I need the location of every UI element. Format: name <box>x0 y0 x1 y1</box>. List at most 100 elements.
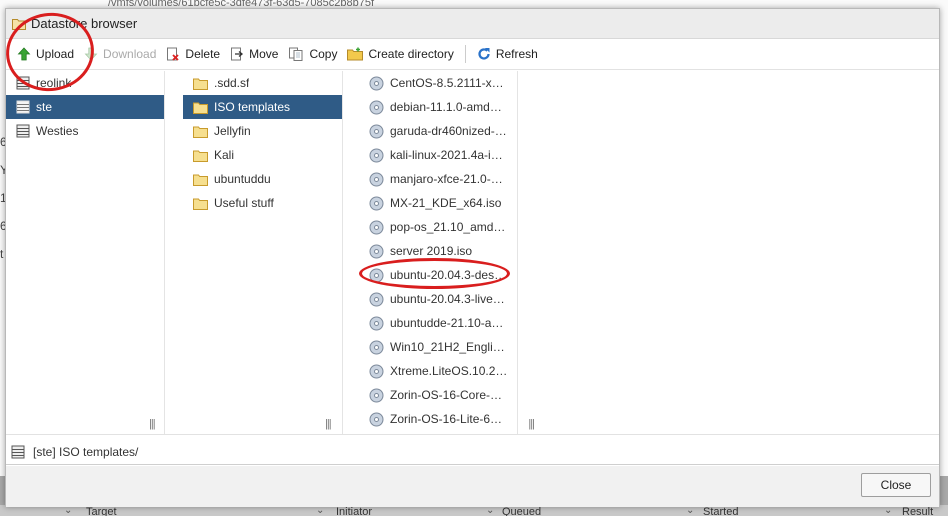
upload-label: Upload <box>36 47 75 61</box>
column-header-initiator[interactable]: Initiator <box>336 506 372 516</box>
upload-button[interactable]: Upload <box>14 43 80 65</box>
copy-label: Copy <box>309 47 338 61</box>
file-item[interactable]: Xtreme.LiteOS.10.2… <box>343 359 517 383</box>
file-label: Xtreme.LiteOS.10.2… <box>390 364 508 378</box>
column-resize-handle[interactable]: ||| <box>149 418 156 430</box>
file-item[interactable]: kali-linux-2021.4a-i… <box>343 143 517 167</box>
toolbar: Upload Download Delete Move Copy Create … <box>6 39 939 70</box>
refresh-button[interactable]: Refresh <box>474 43 544 65</box>
move-button[interactable]: Move <box>227 43 284 65</box>
file-label: ubuntu-20.04.3-des… <box>390 268 507 282</box>
file-label: manjaro-xfce-21.0-… <box>390 172 503 186</box>
folder-item[interactable]: .sdd.sf <box>183 71 342 95</box>
disc-image-icon <box>369 364 384 378</box>
folder-item[interactable]: ubuntuddu <box>183 167 342 191</box>
create-directory-label: Create directory <box>368 47 454 61</box>
file-label: ubuntu-20.04.3-live… <box>390 292 505 306</box>
column-header-queued[interactable]: Queued <box>502 506 541 516</box>
file-item[interactable]: ubuntu-20.04.3-des… <box>343 263 517 287</box>
current-path: [ste] ISO templates/ <box>33 444 139 459</box>
datastore-icon <box>11 445 25 458</box>
file-item[interactable]: garuda-dr460nized-… <box>343 119 517 143</box>
datastore-label: ste <box>36 100 53 114</box>
file-item[interactable]: Zorin-OS-16-Lite-6… <box>343 407 517 431</box>
datastore-icon <box>16 100 30 114</box>
datastore-item-westies[interactable]: Westies <box>6 119 164 143</box>
file-item[interactable]: debian-11.1.0-amd… <box>343 95 517 119</box>
column-header-target[interactable]: Target <box>86 506 117 516</box>
browser-columns: reolink ste Westies .sdd.sf ISO template… <box>6 71 939 435</box>
folder-item-iso-templates[interactable]: ISO templates <box>183 95 342 119</box>
folder-icon <box>193 150 208 162</box>
file-item[interactable]: CentOS-8.5.2111-x… <box>343 71 517 95</box>
dialog-title: Datastore browser <box>31 16 138 31</box>
file-label: CentOS-8.5.2111-x… <box>390 76 504 90</box>
file-label: MX-21_KDE_x64.iso <box>390 196 502 210</box>
close-button[interactable]: Close <box>861 473 931 497</box>
dialog-titlebar[interactable]: Datastore browser <box>6 9 939 39</box>
column-resize-handle[interactable]: ||| <box>325 418 332 430</box>
folder-icon <box>193 174 208 186</box>
datastore-item-ste[interactable]: ste <box>6 95 164 119</box>
disc-image-icon <box>369 316 384 330</box>
disc-image-icon <box>369 388 384 402</box>
datastore-browser-dialog: Datastore browser Upload Download Delete… <box>5 8 940 507</box>
status-bar: [ste] ISO templates/ <box>6 439 939 465</box>
file-item[interactable]: Win10_21H2_Engli… <box>343 335 517 359</box>
folder-icon <box>193 126 208 138</box>
disc-image-icon <box>369 292 384 306</box>
refresh-label: Refresh <box>495 47 538 61</box>
file-item[interactable]: manjaro-xfce-21.0-… <box>343 167 517 191</box>
download-button[interactable]: Download <box>81 43 162 65</box>
datastore-icon <box>16 76 30 90</box>
new-folder-icon <box>347 47 364 61</box>
disc-image-icon <box>369 148 384 162</box>
folder-label: Kali <box>214 148 235 162</box>
folder-item[interactable]: Kali <box>183 143 342 167</box>
file-item[interactable]: server 2019.iso <box>343 239 517 263</box>
datastore-item-reolink[interactable]: reolink <box>6 71 164 95</box>
disc-image-icon <box>369 172 384 186</box>
disc-image-icon <box>369 100 384 114</box>
file-label: ubuntudde-21.10-a… <box>390 316 504 330</box>
file-item[interactable]: ubuntu-20.04.3-live… <box>343 287 517 311</box>
download-arrow-icon <box>84 47 98 61</box>
disc-image-icon <box>369 340 384 354</box>
disc-image-icon <box>369 220 384 234</box>
folder-item[interactable]: Useful stuff <box>183 191 342 215</box>
column-header-result[interactable]: Result <box>902 506 933 516</box>
file-label: server 2019.iso <box>390 244 473 258</box>
folder-label: Jellyfin <box>214 124 251 138</box>
folder-label: .sdd.sf <box>214 76 250 90</box>
disc-image-icon <box>369 196 384 210</box>
copy-button[interactable]: Copy <box>285 43 343 65</box>
file-label: Zorin-OS-16-Lite-6… <box>390 412 503 426</box>
folder-open-icon <box>193 102 208 114</box>
refresh-icon <box>478 48 490 60</box>
file-item[interactable]: Zorin-OS-16-Core-… <box>343 383 517 407</box>
column-header-started[interactable]: Started <box>703 506 738 516</box>
file-column: CentOS-8.5.2111-x… debian-11.1.0-amd… garu… <box>325 71 535 434</box>
detail-column <box>518 71 939 434</box>
move-label: Move <box>249 47 279 61</box>
disc-image-icon <box>369 268 384 282</box>
file-label: Win10_21H2_Engli… <box>390 340 505 354</box>
delete-icon <box>167 47 180 61</box>
move-icon <box>231 47 244 61</box>
folder-label: ISO templates <box>214 100 291 114</box>
file-item[interactable]: pop-os_21.10_amd… <box>343 215 517 239</box>
file-label: kali-linux-2021.4a-i… <box>390 148 503 162</box>
file-label: garuda-dr460nized-… <box>390 124 507 138</box>
file-label: Zorin-OS-16-Core-… <box>390 388 503 402</box>
datastore-icon <box>16 124 30 138</box>
folder-item[interactable]: Jellyfin <box>183 119 342 143</box>
file-item[interactable]: ubuntudde-21.10-a… <box>343 311 517 335</box>
delete-button[interactable]: Delete <box>163 43 226 65</box>
disc-image-icon <box>369 244 384 258</box>
create-directory-button[interactable]: Create directory <box>344 43 459 65</box>
file-item[interactable]: MX-21_KDE_x64.iso <box>343 191 517 215</box>
delete-label: Delete <box>185 47 221 61</box>
file-label: debian-11.1.0-amd… <box>390 100 502 114</box>
datastore-column: reolink ste Westies <box>6 71 165 434</box>
folder-icon <box>193 78 208 90</box>
